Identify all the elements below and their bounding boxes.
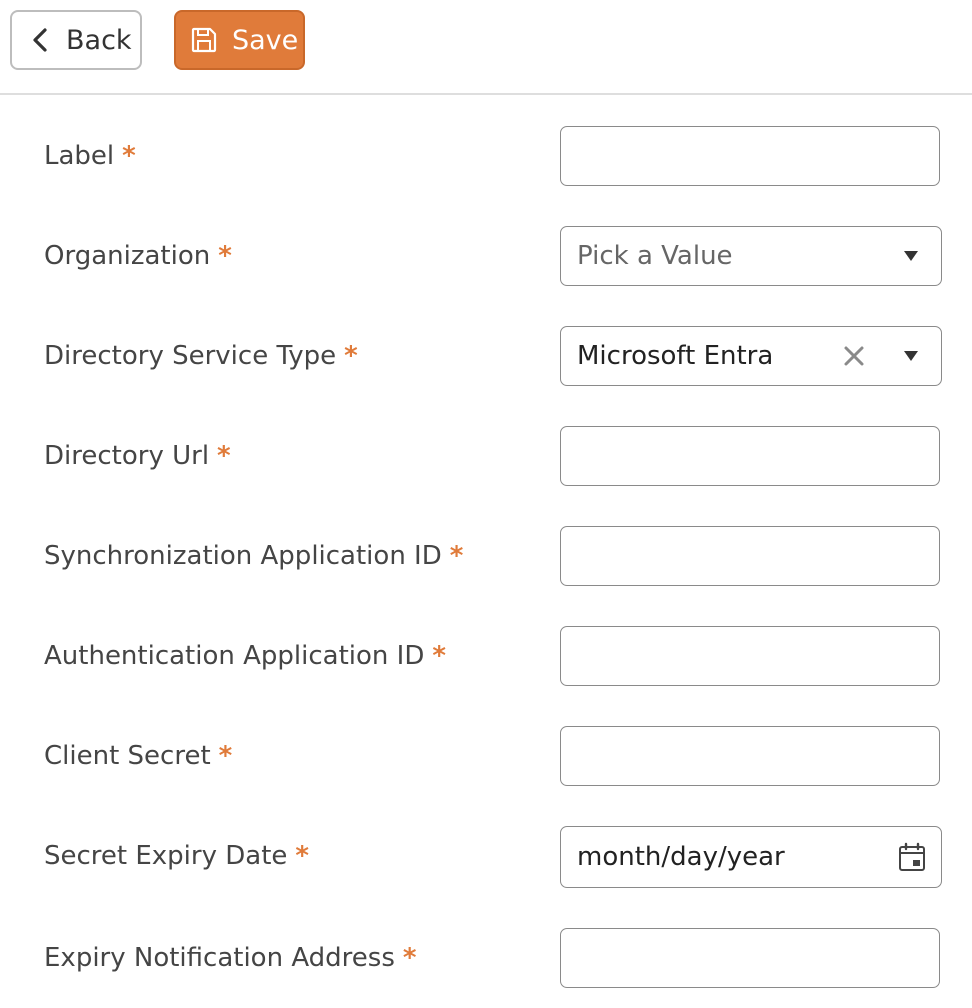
form-row-directory-url: Directory Url *	[0, 426, 972, 486]
secret-expiry-date-input[interactable]: month/day/year	[560, 826, 942, 888]
required-marker: *	[344, 341, 358, 371]
form-row-directory-service-type: Directory Service Type * Microsoft Entra	[0, 326, 972, 386]
auth-app-id-field-label: Authentication Application ID *	[44, 641, 446, 671]
label-field-label: Label *	[44, 141, 136, 171]
close-icon[interactable]	[843, 345, 865, 367]
sync-app-id-field-label: Synchronization Application ID *	[44, 541, 464, 571]
caret-down-icon[interactable]	[903, 350, 919, 362]
directory-url-field-label: Directory Url *	[44, 441, 231, 471]
form-row-secret-expiry-date: Secret Expiry Date * month/day/year	[0, 826, 972, 888]
sync-app-id-input[interactable]	[560, 526, 940, 586]
label-input[interactable]	[560, 126, 940, 186]
calendar-icon[interactable]	[898, 842, 926, 872]
organization-placeholder: Pick a Value	[577, 241, 733, 271]
required-marker: *	[449, 541, 464, 571]
client-secret-input[interactable]	[560, 726, 940, 786]
directory-service-type-field-label: Directory Service Type *	[44, 341, 358, 371]
auth-app-id-input[interactable]	[560, 626, 940, 686]
floppy-disk-icon	[190, 26, 218, 54]
form-row-auth-app-id: Authentication Application ID *	[0, 626, 972, 686]
chevron-left-icon	[30, 27, 52, 53]
save-button[interactable]: Save	[174, 10, 305, 70]
required-marker: *	[122, 141, 136, 171]
required-marker: *	[217, 441, 231, 471]
secret-expiry-date-field-label: Secret Expiry Date *	[44, 841, 310, 871]
directory-service-type-select[interactable]: Microsoft Entra	[560, 326, 942, 386]
expiry-notification-address-field-label: Expiry Notification Address *	[44, 943, 417, 973]
expiry-notification-address-input[interactable]	[560, 928, 940, 988]
required-marker: *	[432, 641, 446, 671]
required-marker: *	[218, 741, 233, 771]
back-button[interactable]: Back	[10, 10, 142, 70]
directory-url-input[interactable]	[560, 426, 940, 486]
caret-down-icon[interactable]	[903, 250, 919, 262]
directory-service-type-value: Microsoft Entra	[577, 341, 774, 371]
toolbar: Back Save	[0, 0, 972, 95]
form-row-expiry-notification-address: Expiry Notification Address *	[0, 928, 972, 988]
back-button-label: Back	[66, 24, 132, 56]
organization-select[interactable]: Pick a Value	[560, 226, 942, 286]
form-row-organization: Organization * Pick a Value	[0, 226, 972, 286]
required-marker: *	[218, 241, 232, 271]
form-row-label: Label *	[0, 126, 972, 186]
save-button-label: Save	[232, 24, 299, 56]
secret-expiry-date-placeholder: month/day/year	[577, 842, 785, 872]
organization-field-label: Organization *	[44, 241, 232, 271]
form-row-sync-app-id: Synchronization Application ID *	[0, 526, 972, 586]
required-marker: *	[295, 841, 310, 871]
required-marker: *	[402, 943, 417, 973]
client-secret-field-label: Client Secret *	[44, 741, 233, 771]
form-row-client-secret: Client Secret *	[0, 726, 972, 786]
